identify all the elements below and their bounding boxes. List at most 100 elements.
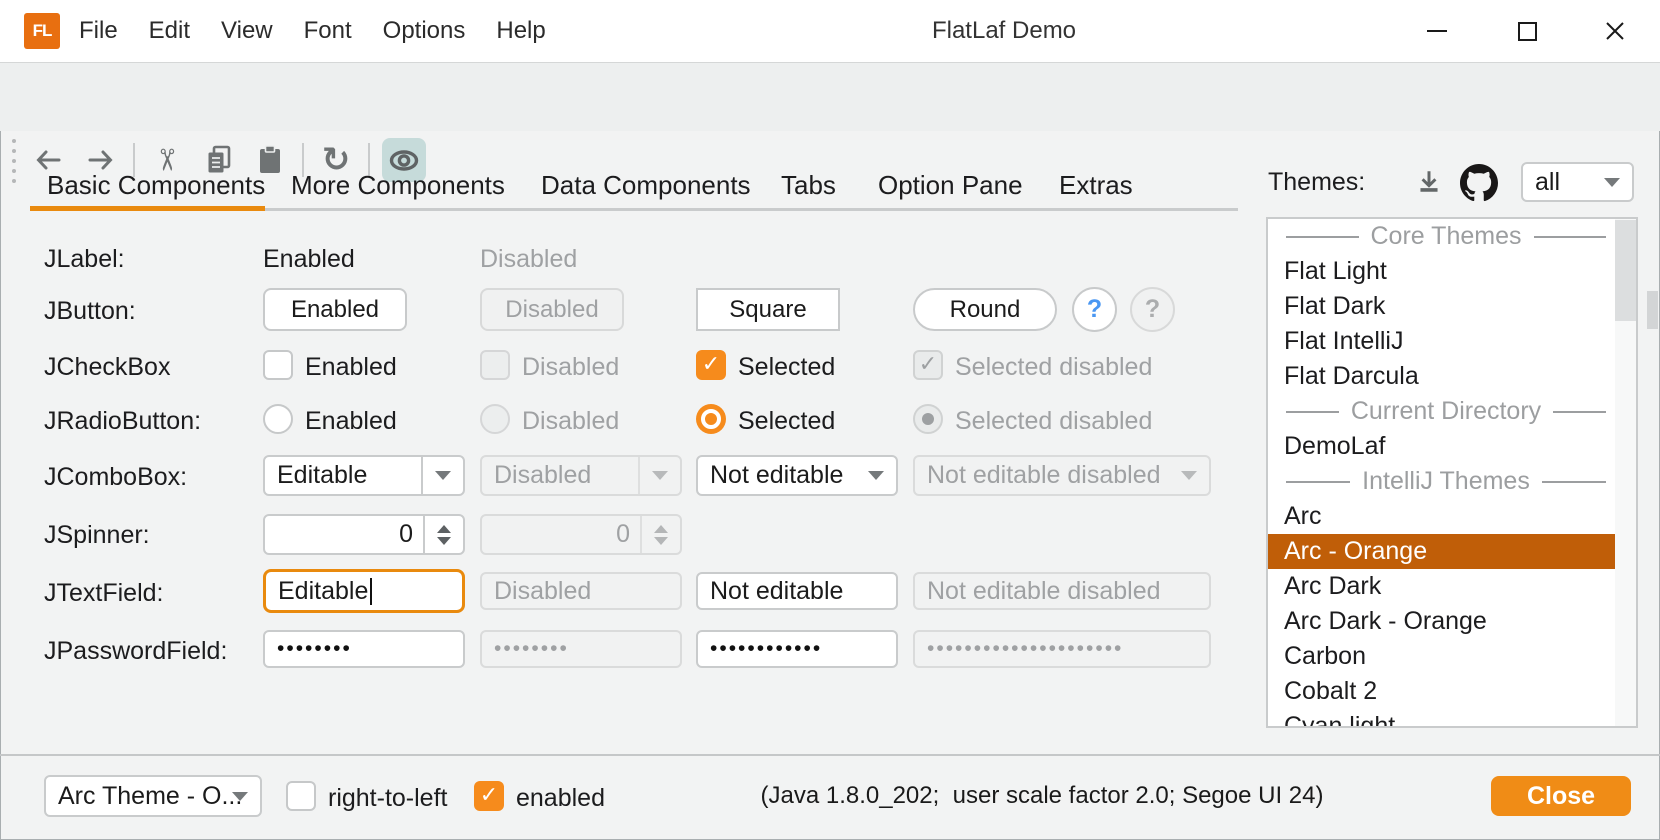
checkbox-enabled[interactable]: [263, 350, 293, 380]
toolbar: ✂ ↻: [0, 63, 1660, 131]
spinner-buttons[interactable]: [423, 516, 463, 553]
radio-selected[interactable]: [696, 404, 726, 434]
enabled-button[interactable]: Enabled: [263, 288, 407, 331]
themes-list-scrollbar[interactable]: [1615, 219, 1636, 726]
enabled-label: enabled: [516, 783, 605, 813]
minimize-button[interactable]: [1408, 0, 1466, 62]
scrollbar-thumb[interactable]: [1615, 220, 1636, 321]
titlebar: FL File Edit View Font Options Help Flat…: [0, 0, 1660, 63]
theme-item-flat-intellij[interactable]: Flat IntelliJ: [1268, 324, 1636, 359]
theme-item-cyan-light[interactable]: Cyan light: [1268, 709, 1636, 728]
jlabel-row-label: JLabel:: [44, 244, 125, 274]
combobox-arrow-button[interactable]: [421, 457, 463, 494]
theme-item-arc-dark-orange[interactable]: Arc Dark - Orange: [1268, 604, 1636, 639]
menu-view[interactable]: View: [221, 17, 273, 45]
tab-extras[interactable]: Extras: [1059, 170, 1133, 201]
statusbar-separator: [0, 754, 1660, 756]
spinner-up-icon: [437, 525, 451, 533]
app-logo-icon: FL: [24, 13, 60, 49]
theme-item-demolaf[interactable]: DemoLaf: [1268, 429, 1636, 464]
menubar: File Edit View Font Options Help: [79, 0, 546, 62]
combobox-disabled-value: Disabled: [494, 461, 591, 490]
tab-basic-components[interactable]: Basic Components: [47, 170, 265, 201]
radio-selected-disabled: [913, 404, 943, 434]
passwordfield-editable[interactable]: ••••••••: [263, 630, 465, 668]
combobox-arrow-button[interactable]: [1592, 164, 1632, 200]
combobox-arrow-button: [638, 457, 680, 494]
combobox-editable[interactable]: Editable: [263, 455, 465, 496]
checkbox-selected-disabled-label: Selected disabled: [955, 352, 1152, 382]
selected-tab-underline: [30, 206, 265, 211]
theme-item-carbon[interactable]: Carbon: [1268, 639, 1636, 674]
radio-enabled[interactable]: [263, 404, 293, 434]
tab-data-components[interactable]: Data Components: [541, 170, 751, 201]
theme-item-flat-dark[interactable]: Flat Dark: [1268, 289, 1636, 324]
menu-font[interactable]: Font: [304, 17, 352, 45]
textfield-not-editable[interactable]: Not editable: [696, 572, 898, 610]
menu-edit[interactable]: Edit: [149, 17, 190, 45]
textfield-editable[interactable]: Editable: [263, 569, 465, 613]
close-window-button[interactable]: [1586, 0, 1644, 62]
help-button[interactable]: ?: [1072, 287, 1117, 332]
github-button[interactable]: [1458, 162, 1500, 204]
chevron-down-icon: [435, 471, 451, 480]
password-dots: ••••••••••••: [710, 637, 822, 661]
passwordfield-not-editable[interactable]: ••••••••••••: [696, 630, 898, 668]
theme-item-arc-dark[interactable]: Arc Dark: [1268, 569, 1636, 604]
password-dots: ••••••••: [277, 637, 352, 661]
maximize-icon: [1518, 22, 1537, 41]
square-button[interactable]: Square: [696, 288, 840, 331]
menu-options[interactable]: Options: [383, 17, 466, 45]
spinner-disabled: 0: [480, 514, 682, 555]
download-themes-button[interactable]: [1410, 164, 1448, 202]
right-to-left-checkbox[interactable]: [286, 781, 316, 811]
enabled-checkbox[interactable]: [474, 781, 504, 811]
round-button[interactable]: Round: [913, 288, 1057, 331]
combobox-arrow-button[interactable]: [856, 457, 896, 494]
theme-item-flat-light[interactable]: Flat Light: [1268, 254, 1636, 289]
themes-label: Themes:: [1268, 168, 1365, 197]
textfield-disabled: Disabled: [480, 572, 682, 610]
menu-help[interactable]: Help: [496, 17, 545, 45]
combobox-disabled: Disabled: [480, 455, 682, 496]
minimize-icon: [1427, 30, 1447, 32]
toolbar-grip-handle[interactable]: [12, 139, 16, 183]
menu-file[interactable]: File: [79, 17, 118, 45]
radio-disabled-label: Disabled: [522, 406, 619, 436]
spinner-enabled[interactable]: 0: [263, 514, 465, 555]
close-icon: [1603, 19, 1627, 43]
theme-combobox-value: Arc Theme - O...: [58, 782, 242, 811]
theme-item-flat-darcula[interactable]: Flat Darcula: [1268, 359, 1636, 394]
theme-combobox[interactable]: Arc Theme - O...: [44, 775, 262, 817]
tab-tabs[interactable]: Tabs: [781, 170, 836, 201]
text-caret: [370, 578, 372, 605]
textfield-not-editable-disabled: Not editable disabled: [913, 572, 1211, 610]
tab-option-pane[interactable]: Option Pane: [878, 170, 1023, 201]
theme-item-arc[interactable]: Arc: [1268, 499, 1636, 534]
themes-separator-core: Core Themes: [1268, 219, 1636, 254]
window-scrollbar-thumb[interactable]: [1647, 291, 1658, 329]
flatlaf-demo-window: FL File Edit View Font Options Help Flat…: [0, 0, 1660, 840]
checkbox-selected-label: Selected: [738, 352, 835, 382]
maximize-button[interactable]: [1498, 0, 1556, 62]
github-icon: [1460, 164, 1498, 202]
themes-list: Core Themes Flat Light Flat Dark Flat In…: [1266, 217, 1638, 728]
theme-item-cobalt-2[interactable]: Cobalt 2: [1268, 674, 1636, 709]
combobox-arrow-button[interactable]: [220, 777, 260, 815]
combobox-not-editable[interactable]: Not editable: [696, 455, 898, 496]
jpasswordfield-row-label: JPasswordField:: [44, 636, 227, 666]
checkbox-selected[interactable]: [696, 350, 726, 380]
theme-item-arc-orange-selected[interactable]: Arc - Orange: [1268, 534, 1636, 569]
tab-more-components[interactable]: More Components: [291, 170, 505, 201]
close-button[interactable]: Close: [1491, 776, 1631, 816]
right-to-left-label: right-to-left: [328, 783, 447, 813]
passwordfield-not-editable-disabled: •••••••••••••••••••••: [913, 630, 1211, 668]
checkbox-enabled-label: Enabled: [305, 352, 397, 382]
jspinner-row-label: JSpinner:: [44, 520, 150, 550]
chevron-down-icon: [652, 471, 668, 480]
spinner-up-icon: [654, 525, 668, 533]
jbutton-row-label: JButton:: [44, 296, 136, 326]
combobox-editable-value: Editable: [277, 461, 367, 490]
themes-filter-combobox[interactable]: all: [1521, 162, 1634, 202]
chevron-down-icon: [1181, 471, 1197, 480]
